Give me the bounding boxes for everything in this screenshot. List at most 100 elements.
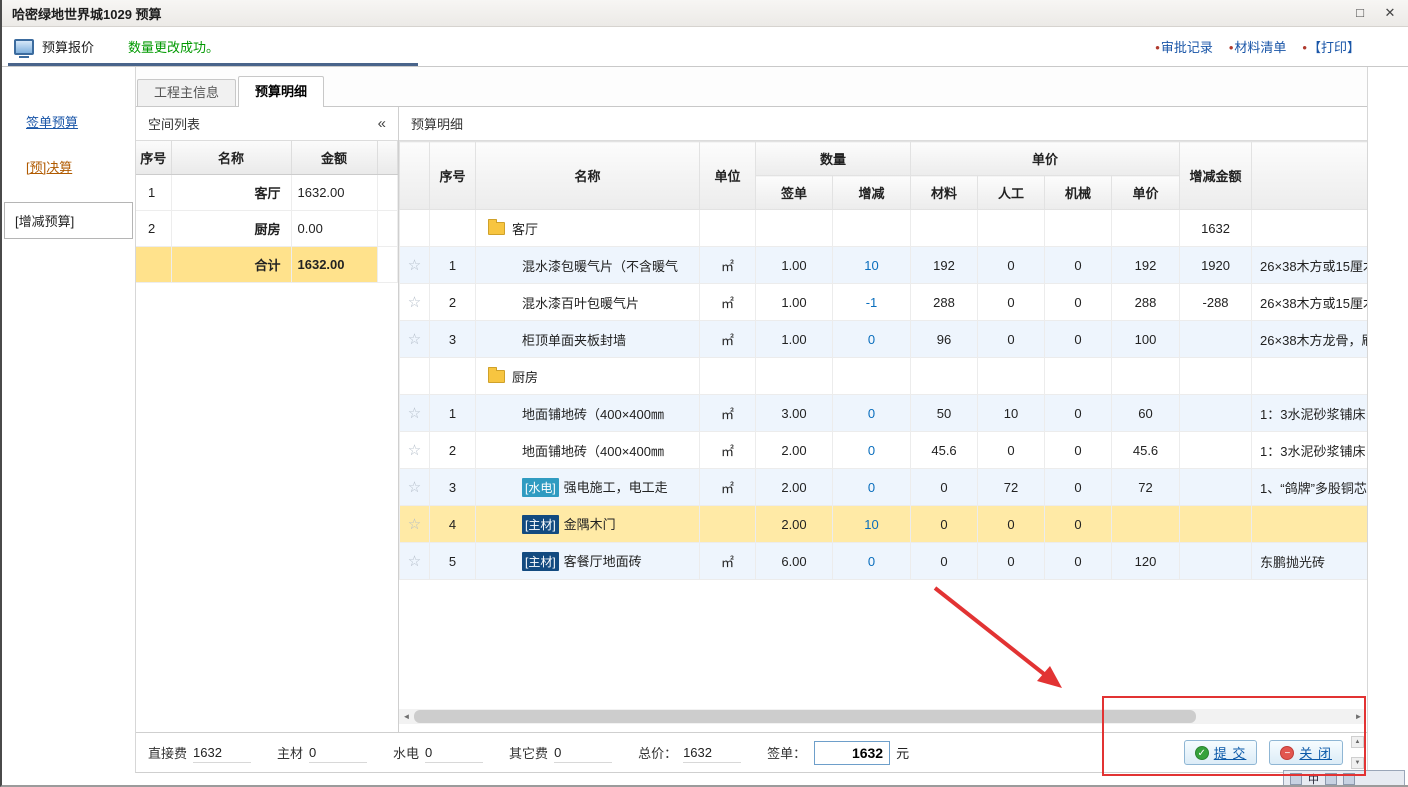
item-row[interactable]: ☆4[主材]金隅木门2.0010000	[400, 506, 1368, 543]
close-button-label: 关 闭	[1299, 743, 1332, 762]
nav-item-adjust-budget[interactable]: [增减预算]	[4, 202, 133, 239]
change-qty-cell	[833, 210, 911, 247]
nav-item-settlement[interactable]: [预]决算	[26, 157, 135, 176]
star-cell: ☆	[400, 395, 430, 432]
sign-amount-input[interactable]	[814, 741, 890, 765]
toolbar-link-label: 审批记录	[1161, 40, 1213, 55]
item-row[interactable]: ☆5[主材]客餐厅地面砖㎡6.000000120东鹏抛光砖	[400, 543, 1368, 580]
space-col-pad	[377, 141, 398, 175]
tab-budget-detail[interactable]: 预算明细	[238, 76, 324, 107]
space-col-no: 序号	[136, 141, 171, 175]
item-row[interactable]: ☆2地面铺地砖（400×400㎜㎡2.00045.60045.61：3水泥砂浆铺…	[400, 432, 1368, 469]
star-icon[interactable]: ☆	[408, 294, 421, 311]
sign-unit-label: 元	[896, 743, 909, 762]
row-no-cell: 5	[430, 543, 476, 580]
star-cell: ☆	[400, 247, 430, 284]
scroll-up-icon[interactable]: ▲	[1351, 736, 1364, 748]
col-labor: 人工	[978, 176, 1045, 210]
space-table-header-row: 序号 名称 金额	[136, 141, 398, 175]
item-name: 地面铺地砖（400×400㎜	[522, 407, 664, 422]
star-icon[interactable]: ☆	[408, 405, 421, 422]
scroll-down-icon[interactable]: ▼	[1351, 757, 1364, 769]
sign-qty-cell	[756, 210, 833, 247]
star-cell: ☆	[400, 432, 430, 469]
col-change-qty: 增减	[833, 176, 911, 210]
summary-label: 其它费	[509, 743, 548, 762]
star-icon[interactable]: ☆	[408, 442, 421, 459]
item-name-cell: [水电]强电施工，电工走	[476, 469, 700, 506]
row-no-cell: 1	[430, 247, 476, 284]
remark-cell: 26×38木方或15厘木	[1252, 247, 1367, 284]
remark-cell	[1252, 210, 1367, 247]
close-icon[interactable]: ✕	[1382, 5, 1398, 21]
summary-value: 0	[309, 743, 367, 763]
left-sidebar: 签单预算 [预]决算 [增减预算]	[2, 67, 135, 785]
star-icon[interactable]: ☆	[408, 479, 421, 496]
maximize-icon[interactable]: □	[1352, 5, 1368, 21]
scroll-right-icon[interactable]: ►	[1351, 712, 1366, 721]
change-qty-cell: 0	[833, 321, 911, 358]
footer-vertical-scrollbar[interactable]: ▲ ▼	[1351, 736, 1364, 769]
star-cell: ☆	[400, 469, 430, 506]
star-cell: ☆	[400, 543, 430, 580]
space-row-no: 2	[136, 211, 171, 247]
active-tab-underline	[8, 63, 418, 66]
item-row[interactable]: ☆2混水漆百叶包暖气片㎡1.00-128800288-28826×38木方或15…	[400, 284, 1368, 321]
space-total-row[interactable]: 合计 1632.00	[136, 247, 398, 283]
nav-item-sign-budget[interactable]: 签单预算	[26, 112, 135, 131]
category-row[interactable]: 客厅1632	[400, 210, 1368, 247]
category-row[interactable]: 厨房	[400, 358, 1368, 395]
item-row[interactable]: ☆1混水漆包暖气片（不含暖气㎡1.001019200192192026×38木方…	[400, 247, 1368, 284]
toolbar-link[interactable]: •【打印】	[1302, 37, 1360, 56]
sign-qty-cell	[756, 358, 833, 395]
ime-language-indicator[interactable]: 中	[1308, 771, 1319, 787]
col-unit-price: 单价	[1112, 176, 1180, 210]
collapse-panel-icon[interactable]: «	[378, 115, 386, 132]
star-icon[interactable]: ☆	[408, 516, 421, 533]
window-titlebar: 哈密绿地世界城1029 预算 □ ✕	[2, 0, 1408, 27]
labor-cell: 0	[978, 432, 1045, 469]
change-amount-cell	[1180, 506, 1252, 543]
space-row[interactable]: 1客厅1632.00	[136, 175, 398, 211]
star-icon[interactable]: ☆	[408, 331, 421, 348]
toolbar-tab-budget-quote[interactable]: 预算报价	[42, 37, 94, 56]
space-row[interactable]: 2厨房0.00	[136, 211, 398, 247]
space-table: 序号 名称 金额 1客厅1632.002厨房0.00 合计 1632.00	[136, 141, 398, 283]
total-pad-cell	[377, 247, 398, 283]
item-row[interactable]: ☆3柜顶单面夹板封墙㎡1.000960010026×38木方龙骨，刷	[400, 321, 1368, 358]
item-row[interactable]: ☆3[水电]强电施工，电工走㎡2.0000720721、“鸽牌”多股铜芯	[400, 469, 1368, 506]
tab-project-info[interactable]: 工程主信息	[137, 79, 236, 106]
detail-panel-title: 预算明细	[411, 114, 463, 133]
submit-button[interactable]: ✓ 提 交	[1184, 740, 1258, 765]
scrollbar-thumb[interactable]	[414, 710, 1196, 723]
category-badge: [水电]	[522, 478, 559, 497]
detail-panel-header: 预算明细	[399, 107, 1367, 141]
change-amount-cell	[1180, 395, 1252, 432]
star-cell	[400, 210, 430, 247]
change-qty-cell: 0	[833, 432, 911, 469]
labor-cell	[978, 210, 1045, 247]
space-row-name: 厨房	[171, 211, 291, 247]
toolbar-link[interactable]: •审批记录	[1155, 37, 1213, 56]
labor-cell: 0	[978, 543, 1045, 580]
labor-cell: 0	[978, 321, 1045, 358]
material-cell	[911, 358, 978, 395]
scroll-left-icon[interactable]: ◄	[399, 712, 414, 721]
col-qty-group: 数量	[756, 142, 911, 176]
monitor-icon	[14, 39, 34, 55]
total-amount: 1632.00	[291, 247, 377, 283]
star-icon[interactable]: ☆	[408, 553, 421, 570]
star-icon[interactable]: ☆	[408, 257, 421, 274]
ime-icon	[1290, 773, 1302, 785]
unit-price-cell	[1112, 210, 1180, 247]
unit-price-cell: 100	[1112, 321, 1180, 358]
toolbar-link-label: 材料清单	[1234, 40, 1286, 55]
row-no-cell: 3	[430, 321, 476, 358]
toolbar-link[interactable]: •材料清单	[1229, 37, 1287, 56]
horizontal-scrollbar[interactable]: ◄ ►	[399, 709, 1366, 724]
sign-qty-cell: 3.00	[756, 395, 833, 432]
close-button[interactable]: − 关 闭	[1269, 740, 1343, 765]
item-row[interactable]: ☆1地面铺地砖（400×400㎜㎡3.00050100601：3水泥砂浆铺床，灰	[400, 395, 1368, 432]
ime-language-bar[interactable]: 中	[1283, 770, 1405, 787]
change-qty-cell	[833, 358, 911, 395]
